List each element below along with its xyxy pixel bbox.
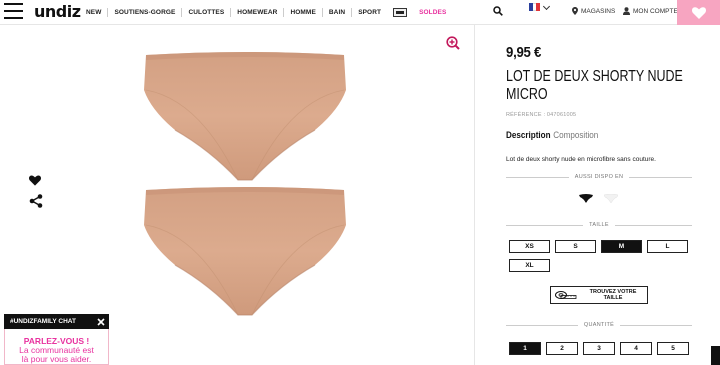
logo[interactable]: undiz — [34, 2, 81, 21]
qty-option-4[interactable]: 4 — [620, 342, 652, 355]
qty-option-3[interactable]: 3 — [583, 342, 615, 355]
nav-sport[interactable]: SPORT — [352, 8, 387, 17]
nav-new[interactable]: NEW — [80, 8, 109, 17]
size-guide-line-2: TAILLE — [603, 295, 623, 301]
size-option-xl[interactable]: XL — [509, 259, 550, 272]
product-image[interactable] — [140, 50, 350, 322]
product-price: 9,95 € — [506, 44, 542, 61]
stores-label: MAGASINS — [581, 7, 616, 15]
tab-description[interactable]: Description — [506, 130, 551, 140]
user-icon — [623, 7, 630, 15]
nav-homme[interactable]: HOMME — [284, 8, 323, 17]
measuring-tape-icon — [555, 291, 577, 299]
chat-widget[interactable]: #UNDIZFAMILY CHAT PARLEZ-VOUS ! La commu… — [4, 314, 109, 365]
account-label: MON COMPTE — [633, 7, 678, 15]
qty-option-1[interactable]: 1 — [509, 342, 541, 355]
nav-bain[interactable]: BAIN — [323, 8, 353, 17]
size-guide-text: TROUVEZ VOTRE TAILLE — [583, 289, 643, 301]
wishlist-button[interactable] — [677, 0, 720, 25]
size-option-s[interactable]: S — [555, 240, 596, 253]
description-tabs: Description Composition — [506, 130, 598, 140]
location-pin-icon — [572, 7, 578, 15]
site-header: undiz NEW SOUTIENS-GORGE CULOTTES HOMEWE… — [0, 0, 720, 25]
scrollbar-thumb[interactable] — [711, 346, 720, 365]
size-guide-button[interactable]: TROUVEZ VOTRE TAILLE — [550, 286, 648, 304]
chat-body[interactable]: PARLEZ-VOUS ! La communauté est là pour … — [4, 329, 109, 365]
product-reference: RÉFÉRENCE : 047061005 — [506, 112, 577, 118]
chat-title: #UNDIZFAMILY CHAT — [10, 318, 76, 325]
promo-flag-icon[interactable] — [393, 8, 408, 17]
colors-label: AUSSI DISPO EN — [574, 174, 624, 180]
qty-option-2[interactable]: 2 — [546, 342, 578, 355]
nav-soldes[interactable]: SOLDES — [413, 8, 452, 17]
size-option-l[interactable]: L — [647, 240, 688, 253]
size-label: TAILLE — [589, 222, 609, 228]
search-icon[interactable] — [493, 6, 503, 16]
chat-line-3: là pour vous aider. — [21, 354, 92, 364]
share-icon[interactable] — [29, 194, 43, 208]
product-title: LOT DE DEUX SHORTY NUDE MICRO — [506, 68, 709, 103]
color-swatch-black[interactable] — [579, 194, 593, 203]
size-option-m[interactable]: M — [601, 240, 642, 253]
menu-icon[interactable] — [4, 3, 23, 21]
qty-section-label: QUANTITÉ — [506, 321, 692, 329]
product-title-line-1: LOT DE DEUX SHORTY NUDE — [506, 68, 683, 85]
nav-culottes[interactable]: CULOTTES — [182, 8, 232, 17]
product-description: Lot de deux shorty nude en microfibre sa… — [506, 156, 656, 163]
qty-label: QUANTITÉ — [583, 322, 615, 328]
account-link[interactable]: MON COMPTE — [623, 7, 678, 15]
qty-option-5[interactable]: 5 — [657, 342, 689, 355]
tab-composition[interactable]: Composition — [553, 130, 598, 140]
chat-header[interactable]: #UNDIZFAMILY CHAT — [4, 314, 109, 329]
color-swatch-white[interactable] — [604, 194, 618, 203]
heart-icon — [691, 6, 706, 19]
zoom-icon[interactable] — [446, 36, 460, 50]
colors-section-label: AUSSI DISPO EN — [506, 173, 692, 181]
size-option-xs[interactable]: XS — [509, 240, 550, 253]
nav-soutiens-gorge[interactable]: SOUTIENS-GORGE — [108, 8, 183, 17]
product-title-line-2: MICRO — [506, 85, 548, 103]
close-icon[interactable] — [97, 317, 105, 326]
chevron-down-icon — [542, 2, 551, 10]
heart-icon[interactable] — [29, 175, 41, 186]
nav-homewear[interactable]: HOMEWEAR — [231, 8, 285, 17]
france-flag-icon — [529, 3, 541, 11]
main-nav: NEW SOUTIENS-GORGE CULOTTES HOMEWEAR HOM… — [80, 0, 452, 25]
language-selector[interactable] — [529, 2, 551, 11]
stores-link[interactable]: MAGASINS — [572, 7, 615, 15]
size-section-label: TAILLE — [506, 221, 693, 229]
